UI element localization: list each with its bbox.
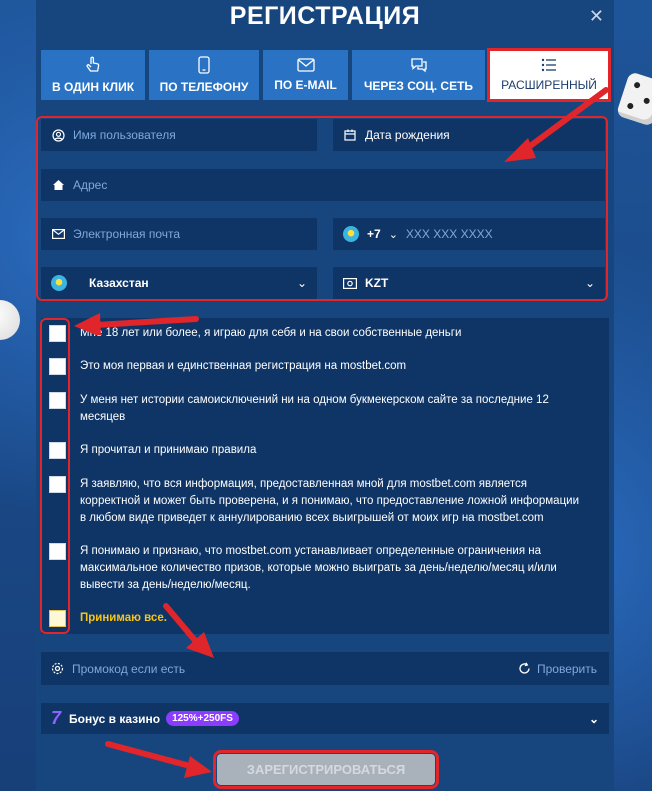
tab-extended[interactable]: РАСШИРЕННЫЙ xyxy=(487,48,611,102)
currency-value: KZT xyxy=(365,276,389,290)
bonus-label: Бонус в казино xyxy=(69,711,161,726)
phone-placeholder: XXX XXX XXXX xyxy=(405,227,493,241)
bonus-select[interactable]: 7 Бонус в казино 125%+250FS ⌄ xyxy=(41,703,609,734)
refresh-icon xyxy=(519,662,530,674)
chevron-down-icon: ⌄ xyxy=(296,276,307,290)
agreement-checkbox[interactable] xyxy=(49,325,66,342)
agreement-checkbox[interactable] xyxy=(49,442,66,459)
calendar-icon xyxy=(343,128,357,142)
chevron-down-icon[interactable]: ⌄ xyxy=(389,228,398,241)
list-item: Это моя первая и единственная регистраци… xyxy=(49,358,586,375)
country-select[interactable]: Казахстан ⌄ xyxy=(41,267,317,299)
agreement-text: Я понимаю и признаю, что mostbet.com уст… xyxy=(80,545,557,591)
email-placeholder: Электронная почта xyxy=(73,227,181,241)
mail-icon xyxy=(51,227,65,241)
agreement-text: У меня нет истории самоисключений ни на … xyxy=(80,394,549,423)
list-item: Я заявляю, что вся информация, предостав… xyxy=(49,476,586,527)
username-placeholder: Имя пользователя xyxy=(73,128,176,142)
phone-field[interactable]: +7 ⌄ XXX XXX XXXX xyxy=(333,218,605,250)
list-item: Я прочитал и принимаю правила xyxy=(49,442,586,459)
accept-all-checkbox[interactable] xyxy=(49,610,66,627)
agreement-checkbox[interactable] xyxy=(49,543,66,560)
agreement-checkbox[interactable] xyxy=(49,392,66,409)
kazakhstan-flag-icon xyxy=(343,226,359,242)
hand-pointer-icon xyxy=(86,56,100,72)
address-placeholder: Адрес xyxy=(73,178,108,192)
username-field[interactable]: Имя пользователя xyxy=(41,119,317,151)
agreement-text: Я заявляю, что вся информация, предостав… xyxy=(80,478,580,524)
tab-label: ЧЕРЕЗ СОЦ. СЕТЬ xyxy=(363,79,474,93)
agreement-checkbox[interactable] xyxy=(49,476,66,493)
tab-label: В ОДИН КЛИК xyxy=(51,80,135,94)
list-item: Мне 18 лет или более, я играю для себя и… xyxy=(49,325,586,342)
chat-icon xyxy=(410,58,427,73)
promo-code-field[interactable]: Промокод если есть Проверить xyxy=(41,652,609,685)
tab-one-click[interactable]: В ОДИН КЛИК xyxy=(41,50,145,100)
tab-phone[interactable]: ПО ТЕЛЕФОНУ xyxy=(149,50,259,100)
tab-label: РАСШИРЕННЫЙ xyxy=(501,78,597,92)
registration-modal: РЕГИСТРАЦИЯ ✕ В ОДИН КЛИК ПО ТЕЛЕФОНУ ПО… xyxy=(36,0,614,791)
mail-icon xyxy=(296,58,315,72)
agreement-text: Это моя первая и единственная регистраци… xyxy=(80,360,407,372)
close-icon[interactable]: ✕ xyxy=(589,6,604,27)
tab-social[interactable]: ЧЕРЕЗ СОЦ. СЕТЬ xyxy=(352,50,485,100)
verify-label: Проверить xyxy=(536,661,597,676)
page-title: РЕГИСТРАЦИЯ xyxy=(229,2,421,30)
tab-label: ПО ТЕЛЕФОНУ xyxy=(159,80,249,94)
phone-code[interactable]: +7 xyxy=(367,227,381,241)
agreement-text: Я прочитал и принимаю правила xyxy=(80,444,257,456)
birthdate-placeholder: Дата рождения xyxy=(365,128,450,142)
email-field[interactable]: Электронная почта xyxy=(41,218,317,250)
verify-button[interactable]: Проверить xyxy=(518,662,597,676)
user-icon xyxy=(51,128,65,142)
agreement-checklist: Мне 18 лет или более, я играю для себя и… xyxy=(41,318,609,634)
address-field[interactable]: Адрес xyxy=(41,169,605,201)
country-value: Казахстан xyxy=(89,276,149,290)
list-item: Я понимаю и признаю, что mostbet.com уст… xyxy=(49,543,586,594)
bonus-badge: 125%+250FS xyxy=(166,711,239,726)
seven-icon: 7 xyxy=(51,708,62,728)
accept-all-label: Принимаю все. xyxy=(80,612,167,624)
tab-email[interactable]: ПО E-MAIL xyxy=(263,50,348,100)
registration-tabs: В ОДИН КЛИК ПО ТЕЛЕФОНУ ПО E-MAIL ЧЕРЕЗ … xyxy=(41,48,611,102)
agreement-checkbox[interactable] xyxy=(49,358,66,375)
agreement-text: Мне 18 лет или более, я играю для себя и… xyxy=(80,327,462,339)
list-item: Принимаю все. xyxy=(49,610,586,627)
list-icon xyxy=(541,58,556,72)
tab-label: ПО E-MAIL xyxy=(274,78,337,92)
chevron-down-icon: ⌄ xyxy=(584,276,595,290)
currency-select[interactable]: KZT ⌄ xyxy=(333,267,605,299)
banknote-icon xyxy=(343,276,357,290)
chevron-down-icon: ⌄ xyxy=(588,711,599,726)
home-icon xyxy=(51,178,65,192)
phone-icon xyxy=(198,56,210,74)
birthdate-field[interactable]: Дата рождения xyxy=(333,119,605,151)
register-button[interactable]: ЗАРЕГИСТРИРОВАТЬСЯ xyxy=(213,750,439,789)
kazakhstan-flag-icon xyxy=(51,275,67,291)
list-item: У меня нет истории самоисключений ни на … xyxy=(49,392,586,426)
promo-placeholder: Промокод если есть xyxy=(72,661,186,676)
gear-icon xyxy=(51,662,64,675)
